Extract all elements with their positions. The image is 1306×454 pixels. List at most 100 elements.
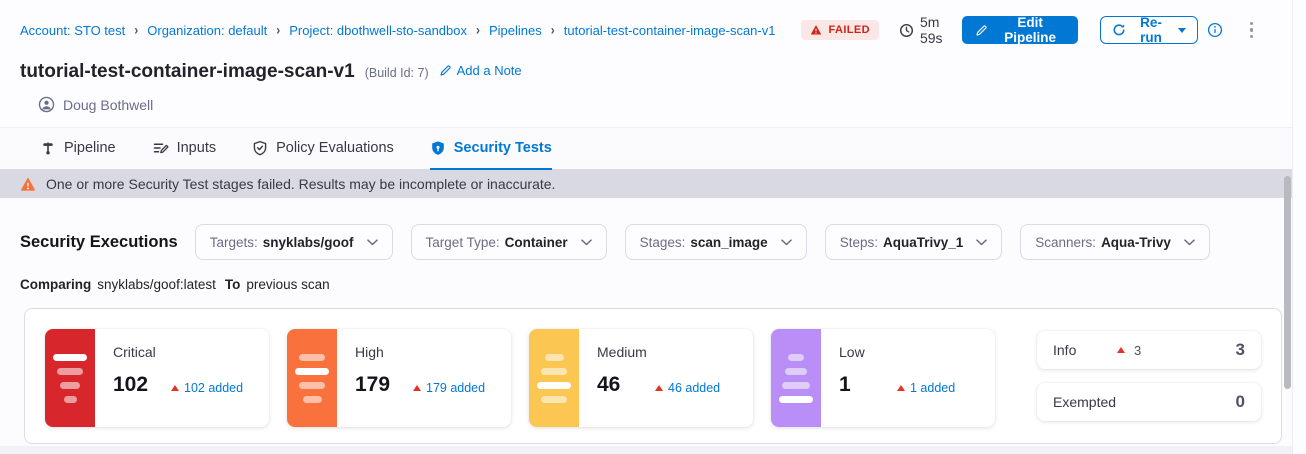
breadcrumb-link[interactable]: Project: dbothwell-sto-sandbox <box>289 23 467 38</box>
right-gutter <box>1292 0 1306 454</box>
breadcrumb-separator-icon: › <box>276 22 280 38</box>
severity-card-high[interactable]: High 179 179 added <box>287 329 511 427</box>
filter-label: Targets: <box>210 235 258 250</box>
exempted-card[interactable]: Exempted 0 <box>1037 383 1261 421</box>
breadcrumb-link[interactable]: tutorial-test-container-image-scan-v1 <box>564 23 776 38</box>
info-circle-icon[interactable] <box>1207 22 1223 38</box>
severity-count: 179 <box>355 373 413 397</box>
severity-label: High <box>355 344 511 360</box>
tab-label: Security Tests <box>454 140 552 156</box>
rerun-label: Re-run <box>1133 15 1168 45</box>
severity-card-body: Low 11 added <box>821 329 995 427</box>
filter-value: AquaTrivy_1 <box>883 235 963 250</box>
mini-trend-value: 3 <box>1134 343 1141 358</box>
severity-label: Low <box>839 344 995 360</box>
gauge-bar <box>60 382 80 389</box>
filter-dropdown-scanners[interactable]: Scanners:Aqua-Trivy <box>1020 224 1210 260</box>
filter-dropdown-stages[interactable]: Stages:scan_image <box>625 224 807 260</box>
severity-added-label: 46 added <box>668 381 720 395</box>
severity-numbers: 11 added <box>839 373 995 397</box>
severity-added: 46 added <box>655 381 720 395</box>
filter-dropdown-steps[interactable]: Steps:AquaTrivy_1 <box>825 224 1003 260</box>
severity-added: 1 added <box>897 381 955 395</box>
tab-security-tests[interactable]: Security Tests <box>430 128 552 170</box>
filter-dropdown-targettype[interactable]: Target Type: Container <box>411 224 607 260</box>
severity-count: 46 <box>597 373 655 397</box>
duration: 5m 59s <box>899 14 962 46</box>
comparing-target: snyklabs/goof:latest <box>97 277 216 292</box>
severity-added-label: 179 added <box>426 381 485 395</box>
security-executions-heading: Security Executions <box>20 233 178 252</box>
gauge-bar <box>785 368 807 375</box>
severity-added: 179 added <box>413 381 485 395</box>
edit-pipeline-button[interactable]: Edit Pipeline <box>962 16 1079 44</box>
triangle-up-icon <box>655 385 663 391</box>
rerun-button[interactable]: Re-run <box>1100 16 1197 44</box>
filter-value: Aqua-Trivy <box>1101 235 1171 250</box>
add-note-label: Add a Note <box>457 63 522 78</box>
gauge-bar <box>53 354 87 361</box>
tab-policy-evaluations[interactable]: Policy Evaluations <box>252 128 394 170</box>
breadcrumb-link[interactable]: Organization: default <box>147 23 267 38</box>
severity-card-medium[interactable]: Medium 46 46 added <box>529 329 753 427</box>
comparing-prefix: Comparing <box>20 277 91 292</box>
severity-gauge-icon <box>529 329 579 427</box>
severity-card-body: Critical 102 102 added <box>95 329 269 427</box>
gauge-bar <box>782 382 810 389</box>
tab-bar: Pipeline Inputs Policy Evaluations Security… <box>0 127 1306 170</box>
warning-triangle-icon <box>20 177 36 192</box>
vertical-scrollbar[interactable] <box>1284 176 1291 389</box>
tab-label: Policy Evaluations <box>276 140 394 156</box>
mini-card-count: 0 <box>1181 392 1245 412</box>
page-title: tutorial-test-container-image-scan-v1 <box>20 61 355 83</box>
gauge-bar <box>299 354 325 361</box>
breadcrumb-link[interactable]: Account: STO test <box>20 23 125 38</box>
breadcrumb-separator-icon: › <box>476 22 480 38</box>
gauge-bar <box>541 368 567 375</box>
breadcrumb-list: Account: STO test › Organization: default ›… <box>20 23 775 38</box>
mini-card-label: Exempted <box>1053 394 1117 410</box>
user-name: Doug Bothwell <box>63 97 153 113</box>
severity-card-body: High 179 179 added <box>337 329 511 427</box>
mini-card-label: Info <box>1053 342 1117 358</box>
severity-card-critical[interactable]: Critical 102 102 added <box>45 329 269 427</box>
severity-added: 102 added <box>171 381 243 395</box>
tab-pipeline[interactable]: Pipeline <box>40 128 116 170</box>
filter-value: Container <box>505 235 568 250</box>
pipeline-icon <box>40 140 56 156</box>
filter-bar: Targets: snyklabs/goof Target Type: Contain… <box>195 224 1210 260</box>
severity-gauge-icon <box>287 329 337 427</box>
severity-label: Critical <box>113 344 269 360</box>
filter-value: snyklabs/goof <box>263 235 354 250</box>
tab-inputs[interactable]: Inputs <box>152 128 217 170</box>
add-note-link[interactable]: Add a Note <box>439 63 522 78</box>
security-executions-row: Security Executions Targets: snyklabs/goo… <box>0 198 1306 260</box>
failed-warning-icon <box>810 24 822 36</box>
gauge-bar <box>64 396 77 403</box>
severity-added-label: 1 added <box>910 381 955 395</box>
chevron-down-icon <box>976 239 987 246</box>
rerun-caret-icon <box>1178 28 1186 33</box>
security-shield-icon <box>430 140 446 156</box>
comparing-to: To <box>225 277 241 292</box>
severity-gauge-icon <box>45 329 95 427</box>
more-options-kebab-icon[interactable] <box>1247 19 1257 42</box>
clock-icon <box>899 23 914 38</box>
policy-shield-icon <box>252 140 268 156</box>
mini-card-trend: 3 <box>1117 343 1181 358</box>
severity-count: 102 <box>113 373 171 397</box>
filter-dropdown-targets[interactable]: Targets: snyklabs/goof <box>195 224 393 260</box>
severity-added-label: 102 added <box>184 381 243 395</box>
severity-label: Medium <box>597 344 753 360</box>
breadcrumb-link[interactable]: Pipelines <box>489 23 542 38</box>
info-card[interactable]: Info33 <box>1037 331 1261 369</box>
gauge-bar <box>303 396 322 403</box>
breadcrumb: Account: STO test › Organization: default ›… <box>0 0 1306 46</box>
filter-label: Target Type: <box>426 235 500 250</box>
pencil-icon <box>439 64 452 77</box>
filter-value: scan_image <box>690 235 767 250</box>
build-id: (Build Id: 7) <box>365 66 429 80</box>
triangle-up-icon <box>1117 347 1125 353</box>
severity-card-low[interactable]: Low 11 added <box>771 329 995 427</box>
tab-label: Pipeline <box>64 140 116 156</box>
